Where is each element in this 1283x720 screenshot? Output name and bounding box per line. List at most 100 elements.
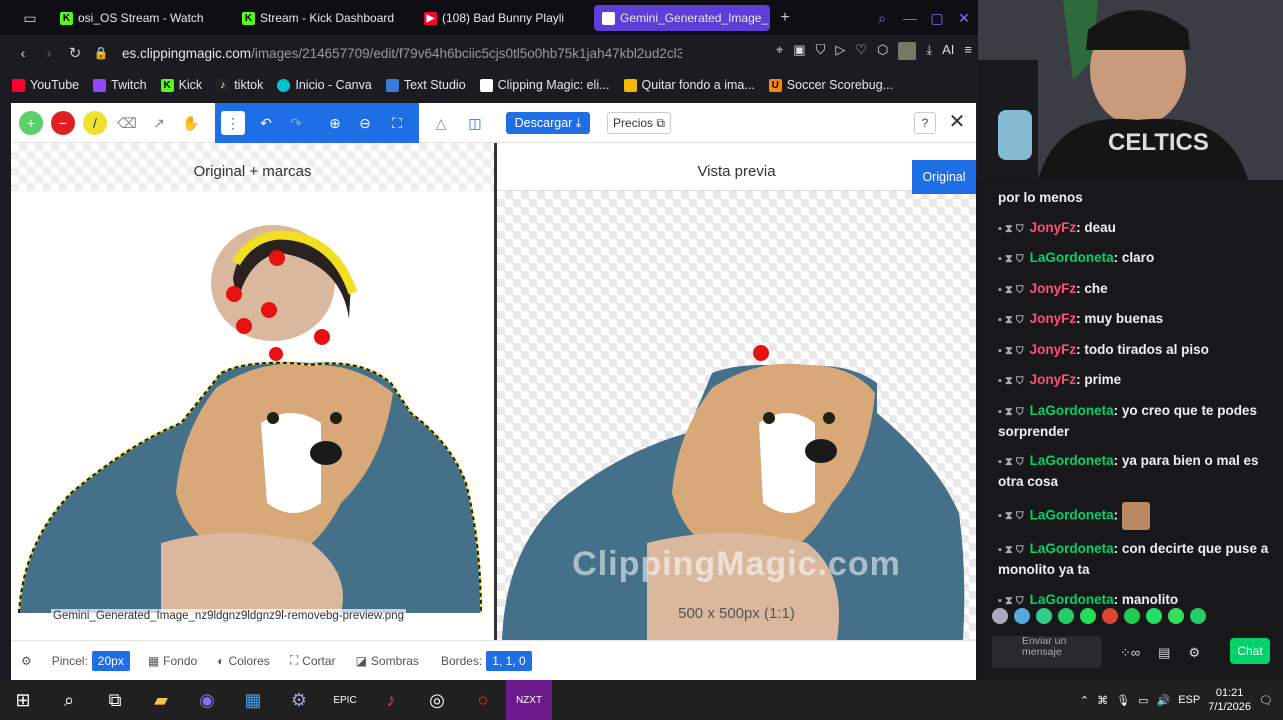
tiktok-icon[interactable]: ♪ <box>368 680 414 720</box>
chat-username[interactable]: JonyFz <box>1030 281 1077 296</box>
new-tab-icon[interactable]: + <box>775 8 795 28</box>
chat-username[interactable]: LaGordoneta <box>1030 403 1114 418</box>
bookmark-kick[interactable]: K Kick <box>160 78 202 92</box>
bookmark-twitch[interactable]: Twitch <box>93 78 147 92</box>
hair-marker-icon[interactable]: / <box>83 111 107 135</box>
preview-pane[interactable]: Vista previa Original ClippingMagic.com … <box>497 143 976 640</box>
bookmark-clipping-magic[interactable]: Clipping Magic: eli... <box>479 78 610 92</box>
settings-icon[interactable]: ⚙ <box>21 654 32 668</box>
chat-input[interactable]: Enviar un mensaje <box>992 636 1102 668</box>
chat-username[interactable]: LaGordoneta <box>1030 453 1114 468</box>
close-editor-icon[interactable]: ✕ <box>946 111 968 133</box>
language-indicator[interactable]: ESP <box>1178 694 1200 706</box>
emote-icon[interactable] <box>1058 608 1074 624</box>
zoom-out-icon[interactable]: ⊖ <box>353 111 377 135</box>
bookmark-scorebug[interactable]: U Soccer Scorebug... <box>768 78 893 92</box>
webcam-icon[interactable]: ⌘ <box>1097 694 1108 707</box>
emote-icon[interactable] <box>1014 608 1030 624</box>
emote-icon[interactable] <box>1124 608 1140 624</box>
store-icon[interactable]: ▦ <box>230 680 276 720</box>
pin-icon[interactable]: ⌖ <box>776 42 783 60</box>
tab-kick-stream[interactable]: Kosi_OS Stream - Watch <box>52 5 222 31</box>
chat-username[interactable]: JonyFz <box>1030 220 1077 235</box>
steam-icon[interactable]: ⚙ <box>276 680 322 720</box>
heart-icon[interactable]: ♡ <box>855 42 867 60</box>
search-icon[interactable]: ⌕ <box>46 680 92 720</box>
download-icon[interactable]: ⤓ <box>926 42 932 60</box>
epic-games-icon[interactable]: EPIC <box>322 680 368 720</box>
tab-kick-dashboard[interactable]: K Stream - Kick Dashboard <box>234 5 404 31</box>
keep-marker-icon[interactable]: + <box>19 111 43 135</box>
shield-icon[interactable]: ⛉ <box>816 42 826 60</box>
clock[interactable]: 01:21 7/1/2026 <box>1208 686 1251 714</box>
forward-icon[interactable]: › <box>36 45 62 62</box>
back-icon[interactable]: ‹ <box>10 45 36 62</box>
chat-username[interactable]: JonyFz <box>1030 372 1077 387</box>
colors-button[interactable]: ◐ Colores <box>217 654 270 668</box>
chat-username[interactable]: JonyFz <box>1030 311 1077 326</box>
bookmark-remove-bg[interactable]: Quitar fondo a ima... <box>623 78 755 92</box>
store-icon[interactable]: ▤ <box>1158 645 1170 661</box>
select-dropdown-icon[interactable]: ⋮ <box>221 111 245 135</box>
redo-icon[interactable]: ↷ <box>284 111 308 135</box>
obs-icon[interactable]: ◎ <box>414 680 460 720</box>
emote-icon[interactable] <box>1146 608 1162 624</box>
emote-icon[interactable] <box>1080 608 1096 624</box>
chat-send-button[interactable]: Chat <box>1230 638 1270 664</box>
file-explorer-icon[interactable]: ▰ <box>138 680 184 720</box>
ai-button[interactable]: AI <box>942 42 954 60</box>
menu-icon[interactable]: ≡ <box>964 42 972 60</box>
original-pane[interactable]: Original + marcas Gemini_Generated_Image… <box>11 143 494 640</box>
chat-username[interactable]: LaGordoneta <box>1030 507 1114 522</box>
help-button[interactable]: ? <box>914 112 936 134</box>
emote-icon[interactable] <box>992 608 1008 624</box>
notification-icon[interactable]: 🗨 <box>1259 694 1273 707</box>
view-single-icon[interactable]: △ <box>429 111 453 135</box>
prices-button[interactable]: Precios ⧉ <box>607 112 671 134</box>
shadows-button[interactable]: ◪ Sombras <box>356 654 419 668</box>
emote-icon[interactable] <box>1036 608 1052 624</box>
tab-gemini-image[interactable]: Gemini_Generated_Image_ <box>594 5 770 31</box>
windows-start-icon[interactable]: ⊞ <box>0 680 46 720</box>
network-icon[interactable]: ▭ <box>1138 694 1148 707</box>
task-view-icon[interactable]: ⧉ <box>92 680 138 720</box>
avatar[interactable] <box>898 42 917 60</box>
screenshot-icon[interactable]: ▣ <box>793 42 805 60</box>
bookmark-tiktok[interactable]: ♪ tiktok <box>216 78 263 92</box>
volume-icon[interactable]: 🔊 <box>1156 694 1170 707</box>
emote-icon[interactable] <box>1168 608 1184 624</box>
undo-icon[interactable]: ↶ <box>254 111 278 135</box>
emote-icon[interactable] <box>1102 608 1118 624</box>
fit-screen-icon[interactable]: ⛶ <box>385 111 409 135</box>
play-icon[interactable]: ▷ <box>835 42 845 60</box>
points-icon[interactable]: ⁘∞ <box>1120 645 1140 661</box>
brush-size[interactable]: Pincel: 20px <box>52 650 130 671</box>
edges-setting[interactable]: Bordes: 1, 1, 0 <box>441 650 532 671</box>
opera-gx-icon[interactable]: ○ <box>460 680 506 720</box>
close-window-icon[interactable]: ✕ <box>954 8 974 28</box>
minimize-icon[interactable]: — <box>900 8 920 28</box>
background-button[interactable]: ▦ Fondo <box>148 654 197 668</box>
download-button[interactable]: Descargar ⤓ <box>506 112 590 134</box>
search-icon[interactable]: ⌕ <box>872 8 892 28</box>
zoom-in-icon[interactable]: ⊕ <box>323 111 347 135</box>
discord-icon[interactable]: ◉ <box>184 680 230 720</box>
extensions-icon[interactable]: ⬡ <box>877 42 888 60</box>
settings-icon[interactable]: ⚙ <box>1188 645 1200 661</box>
bookmark-text-studio[interactable]: Text Studio <box>385 78 466 92</box>
maximize-icon[interactable]: ▢ <box>927 8 947 28</box>
tab-youtube[interactable]: ▶ (108) Bad Bunny Playli <box>416 5 586 31</box>
reload-icon[interactable]: ↻ <box>62 44 88 62</box>
bookmark-canva[interactable]: Inicio - Canva <box>277 78 372 92</box>
chat-username[interactable]: LaGordoneta <box>1030 250 1114 265</box>
workspaces-icon[interactable]: ▭ <box>20 8 40 28</box>
chat-username[interactable]: JonyFz <box>1030 342 1077 357</box>
eraser-icon[interactable]: ⌫ <box>115 111 139 135</box>
chat-username[interactable]: LaGordoneta <box>1030 541 1114 556</box>
view-split-icon[interactable]: ◫ <box>463 111 487 135</box>
emote-icon[interactable] <box>1190 608 1206 624</box>
chat-username[interactable]: LaGordoneta <box>1030 592 1114 607</box>
original-image[interactable] <box>11 143 494 640</box>
nzxt-icon[interactable]: NZXT <box>506 680 552 720</box>
crop-button[interactable]: ⛶ Cortar <box>290 653 336 668</box>
